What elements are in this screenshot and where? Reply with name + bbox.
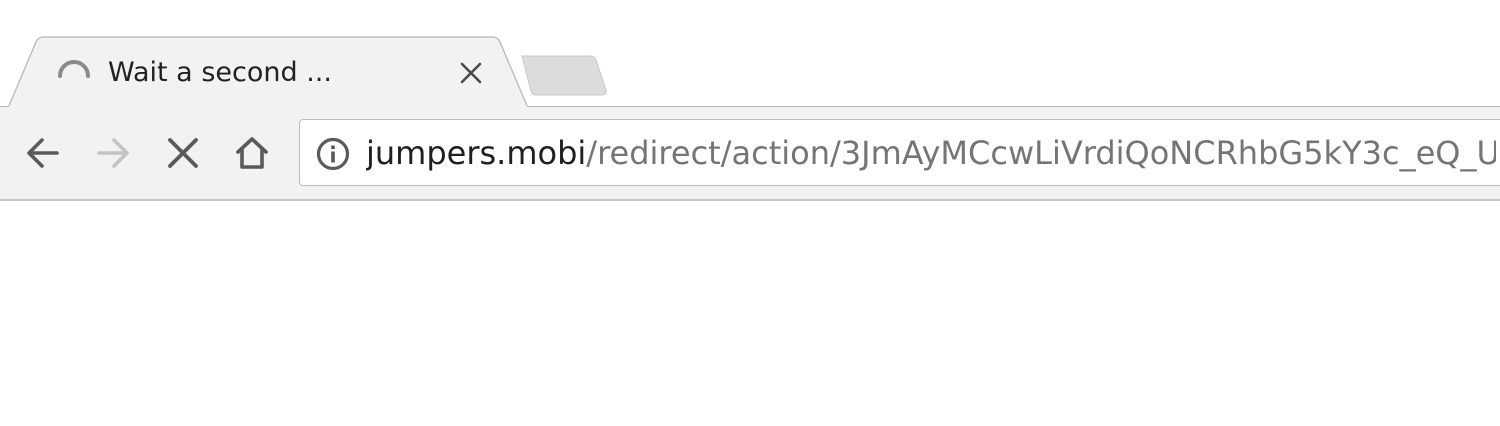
- url-text[interactable]: jumpers.mobi/redirect/action/3JmAyMCcwLi…: [366, 133, 1496, 173]
- stop-icon: [168, 138, 198, 168]
- tab-strip: Wait a second ...: [0, 0, 1500, 108]
- home-button[interactable]: [223, 124, 281, 182]
- home-icon: [236, 137, 268, 169]
- address-bar[interactable]: jumpers.mobi/redirect/action/3JmAyMCcwLi…: [299, 119, 1500, 186]
- new-tab-icon: [521, 55, 607, 96]
- page-content: [0, 201, 1500, 426]
- info-icon[interactable]: [316, 137, 350, 171]
- close-icon: [460, 62, 482, 84]
- url-path: /redirect/action/3JmAyMCcwLiVrdiQoNCRhbG…: [586, 134, 1496, 172]
- browser-window: Wait a second ... jumpers.mobi/redirect/…: [0, 0, 1500, 426]
- url-host: jumpers.mobi: [366, 134, 587, 172]
- back-arrow-icon: [27, 138, 59, 168]
- new-tab-button[interactable]: [520, 54, 610, 98]
- loading-spinner-icon: [58, 60, 90, 78]
- back-button[interactable]: [14, 124, 72, 182]
- forward-arrow-icon: [97, 138, 129, 168]
- tab-title: Wait a second ...: [108, 57, 332, 88]
- tab-close-button[interactable]: [456, 58, 486, 88]
- forward-button[interactable]: [84, 124, 142, 182]
- stop-button[interactable]: [154, 124, 212, 182]
